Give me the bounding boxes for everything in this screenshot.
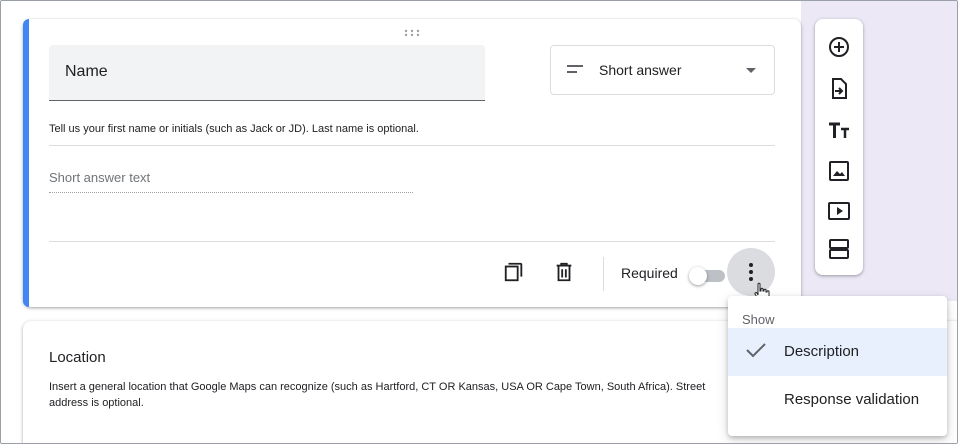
drag-handle-icon[interactable]	[403, 29, 421, 37]
location-question-title: Location	[49, 349, 106, 366]
image-icon[interactable]	[827, 159, 851, 183]
menu-item-label: Response validation	[784, 391, 920, 408]
trash-icon[interactable]	[553, 261, 575, 283]
title-icon[interactable]	[827, 119, 851, 143]
import-icon[interactable]	[827, 77, 851, 101]
menu-section-header: Show	[742, 312, 775, 327]
question-title-field[interactable]: Name	[49, 45, 485, 101]
description-underline	[49, 145, 775, 146]
question-type-select[interactable]: Short answer	[550, 45, 775, 95]
section-icon[interactable]	[827, 237, 851, 261]
duplicate-icon[interactable]	[503, 261, 525, 283]
card-footer-divider	[49, 241, 775, 242]
short-answer-placeholder: Short answer text	[49, 170, 151, 185]
answer-underline	[49, 192, 413, 193]
menu-item-response-validation[interactable]: Response validation	[728, 376, 947, 424]
video-icon[interactable]	[827, 199, 851, 223]
toggle-knob	[689, 267, 707, 285]
required-toggle[interactable]	[689, 267, 727, 285]
footer-divider	[603, 257, 604, 291]
menu-item-description[interactable]: Description	[728, 328, 947, 376]
question-title: Name	[65, 63, 108, 80]
question-description[interactable]: Tell us your first name or initials (suc…	[49, 123, 419, 135]
location-question-description: Insert a general location that Google Ma…	[49, 381, 706, 409]
add-circle-icon[interactable]	[827, 35, 851, 59]
required-label: Required	[621, 265, 678, 281]
form-editor: Name Short answer Tell us your first nam…	[0, 0, 958, 444]
menu-item-label: Description	[784, 343, 860, 360]
question-type-label: Short answer	[599, 62, 682, 78]
checkmark-icon	[746, 343, 766, 358]
active-card-indicator	[23, 19, 29, 307]
short-answer-lines-icon	[567, 65, 583, 73]
dropdown-caret-icon	[746, 68, 756, 73]
more-options-menu: Show Description Response validation	[728, 296, 947, 436]
side-toolbar	[815, 19, 863, 275]
more-vert-icon	[749, 263, 753, 281]
question-card[interactable]: Name Short answer Tell us your first nam…	[23, 19, 801, 307]
